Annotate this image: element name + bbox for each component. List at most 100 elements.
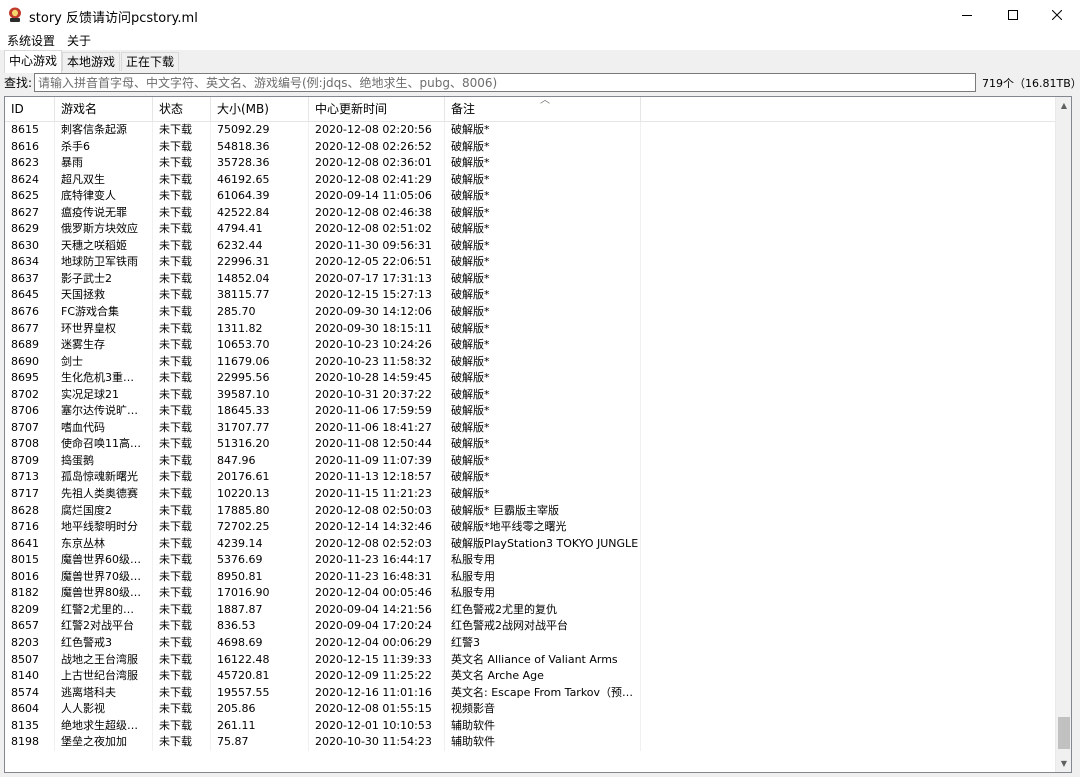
table-row[interactable]: 8627 瘟疫传说无罪 未下载 42522.84 2020-12-08 02:46:38…	[5, 204, 1055, 222]
table-row[interactable]: 8628 腐烂国度2 未下载 17885.80 2020-12-08 02:50:03 破…	[5, 502, 1055, 520]
search-label: 查找:	[4, 76, 33, 90]
table-row[interactable]: 8182 魔兽世界80级… 未下载 17016.90 2020-12-04 00:05:…	[5, 585, 1055, 602]
cell-size: 10220.13	[211, 486, 309, 503]
table-row[interactable]: 8623 暴雨 未下载 35728.36 2020-12-08 02:36:01 破解版*	[5, 155, 1055, 172]
cell-size: 38115.77	[211, 287, 309, 305]
column-header-name[interactable]: 游戏名	[55, 97, 153, 121]
table-row[interactable]: 8695 生化危机3重… 未下载 22995.56 2020-10-28 14:59:4…	[5, 370, 1055, 387]
scroll-down-arrow-icon[interactable]: ▼	[1056, 755, 1071, 772]
app-logo-icon	[9, 7, 21, 22]
table-row[interactable]: 8676 FC游戏合集 未下载 285.70 2020-09-30 14:12:06 破解…	[5, 304, 1055, 321]
cell-remark: 英文名: Escape From Tarkov（预…	[445, 684, 641, 702]
vertical-scrollbar[interactable]: ▲ ▼	[1055, 97, 1071, 772]
cell-status: 未下载	[153, 386, 211, 404]
table-row[interactable]: 8630 天穗之咲稻姬 未下载 6232.44 2020-11-30 09:56:31 破…	[5, 237, 1055, 255]
tab-center-games[interactable]: 中心游戏	[4, 50, 63, 73]
table-row[interactable]: 8634 地球防卫军铁雨 未下载 22996.31 2020-12-05 22:06:5…	[5, 254, 1055, 271]
table-row[interactable]: 8507 战地之王台湾服 未下载 16122.48 2020-12-15 11:39:3…	[5, 651, 1055, 669]
cell-update-time: 2020-12-08 02:26:52	[309, 138, 445, 156]
table-row[interactable]: 8616 杀手6 未下载 54818.36 2020-12-08 02:26:52 破解版…	[5, 138, 1055, 156]
column-header-size[interactable]: 大小(MB)	[211, 97, 309, 121]
cell-game-name: 俄罗斯方块效应	[55, 221, 153, 238]
cell-update-time: 2020-12-05 22:06:51	[309, 254, 445, 271]
cell-remark: 破解版*	[445, 419, 641, 437]
cell-size: 46192.65	[211, 171, 309, 189]
menu-about[interactable]: 关于	[67, 32, 91, 49]
cell-status: 未下载	[153, 701, 211, 718]
cell-game-name: 地球防卫军铁雨	[55, 254, 153, 271]
cell-game-name: 瘟疫传说无罪	[55, 204, 153, 222]
cell-update-time: 2020-12-08 02:52:03	[309, 535, 445, 553]
table-row[interactable]: 8707 嗜血代码 未下载 31707.77 2020-11-06 18:41:27 破解…	[5, 419, 1055, 437]
game-list[interactable]: ID 游戏名 状态 大小(MB) 中心更新时间 备注 ︿ 8615 刺客信条起源未…	[4, 96, 1072, 773]
cell-game-name: 塞尔达传说旷…	[55, 403, 153, 420]
table-row[interactable]: 8716 地平线黎明时分 未下载 72702.25 2020-12-14 14:32:4…	[5, 519, 1055, 536]
cell-id: 8707	[5, 419, 55, 437]
menu-bar: 系统设置 关于	[0, 30, 1080, 50]
cell-status: 未下载	[153, 651, 211, 669]
list-header: ID 游戏名 状态 大小(MB) 中心更新时间 备注 ︿	[5, 97, 1055, 122]
table-row[interactable]: 8203 红色警戒3 未下载 4698.69 2020-12-04 00:06:29 红警…	[5, 634, 1055, 652]
cell-update-time: 2020-12-08 02:36:01	[309, 155, 445, 172]
table-row[interactable]: 8713 孤岛惊魂新曙光 未下载 20176.61 2020-11-13 12:18:5…	[5, 469, 1055, 487]
table-row[interactable]: 8706 塞尔达传说旷… 未下载 18645.33 2020-11-06 17:59:5…	[5, 403, 1055, 420]
table-row[interactable]: 8624 超凡双生 未下载 46192.65 2020-12-08 02:41:29 破解…	[5, 171, 1055, 189]
scroll-up-arrow-icon[interactable]: ▲	[1056, 97, 1071, 114]
table-row[interactable]: 8677 环世界皇权 未下载 1311.82 2020-09-30 18:15:11 破解…	[5, 320, 1055, 338]
cell-size: 847.96	[211, 452, 309, 470]
table-row[interactable]: 8637 影子武士2 未下载 14852.04 2020-07-17 17:31:13 破…	[5, 270, 1055, 288]
column-header-update-time[interactable]: 中心更新时间	[309, 97, 445, 121]
table-row[interactable]: 8708 使命召唤11高… 未下载 51316.20 2020-11-08 12:50:…	[5, 436, 1055, 453]
table-row[interactable]: 8641 东京丛林 未下载 4239.14 2020-12-08 02:52:03 破解版…	[5, 535, 1055, 553]
cell-status: 未下载	[153, 138, 211, 156]
cell-game-name: 实况足球21	[55, 386, 153, 404]
table-row[interactable]: 8717 先祖人类奥德赛 未下载 10220.13 2020-11-15 11:21:2…	[5, 486, 1055, 503]
table-row[interactable]: 8689 迷雾生存 未下载 10653.70 2020-10-23 10:24:26 破解…	[5, 337, 1055, 354]
cell-update-time: 2020-11-30 09:56:31	[309, 237, 445, 255]
close-button[interactable]	[1034, 0, 1080, 30]
tab-downloading[interactable]: 正在下载	[121, 52, 180, 71]
cell-size: 19557.55	[211, 684, 309, 702]
column-header-status[interactable]: 状态	[153, 97, 211, 121]
table-row[interactable]: 8209 红警2尤里的… 未下载 1887.87 2020-09-04 14:21:56…	[5, 601, 1055, 619]
title-bar: story 反馈请访问pcstory.ml	[0, 0, 1080, 30]
table-row[interactable]: 8574 逃离塔科夫 未下载 19557.55 2020-12-16 11:01:16 英…	[5, 684, 1055, 702]
table-row[interactable]: 8657 红警2对战平台 未下载 836.53 2020-09-04 17:20:24 红…	[5, 618, 1055, 635]
table-row[interactable]: 8198 堡垒之夜加加 未下载 75.87 2020-10-30 11:54:23 辅助软…	[5, 734, 1055, 751]
maximize-button[interactable]	[990, 0, 1036, 30]
cell-remark: 破解版*	[445, 270, 641, 288]
column-header-id[interactable]: ID	[5, 97, 55, 121]
cell-game-name: 环世界皇权	[55, 320, 153, 338]
cell-id: 8015	[5, 552, 55, 569]
cell-update-time: 2020-11-23 16:48:31	[309, 568, 445, 586]
cell-game-name: 天国拯救	[55, 287, 153, 305]
minimize-button[interactable]	[944, 0, 990, 30]
cell-remark: 红色警戒2战网对战平台	[445, 618, 641, 635]
table-row[interactable]: 8625 底特律变人 未下载 61064.39 2020-09-14 11:05:06 破…	[5, 188, 1055, 205]
scrollbar-thumb[interactable]	[1058, 717, 1070, 749]
tab-local-games[interactable]: 本地游戏	[62, 52, 121, 71]
cell-update-time: 2020-09-04 14:21:56	[309, 601, 445, 619]
cell-remark: 破解版*	[445, 221, 641, 238]
cell-status: 未下载	[153, 171, 211, 189]
table-row[interactable]: 8135 绝地求生超级… 未下载 261.11 2020-12-01 10:10:53 辅…	[5, 717, 1055, 735]
table-row[interactable]: 8709 捣蛋鹅 未下载 847.96 2020-11-09 11:07:39 破解版*	[5, 452, 1055, 470]
search-input[interactable]	[34, 73, 976, 92]
cell-size: 35728.36	[211, 155, 309, 172]
table-row[interactable]: 8690 剑士 未下载 11679.06 2020-10-23 11:58:32 破解版*	[5, 353, 1055, 371]
cell-update-time: 2020-11-23 16:44:17	[309, 552, 445, 569]
table-row[interactable]: 8140 上古世纪台湾服 未下载 45720.81 2020-12-09 11:25:2…	[5, 668, 1055, 685]
cell-update-time: 2020-12-14 14:32:46	[309, 519, 445, 536]
table-row[interactable]: 8015 魔兽世界60级… 未下载 5376.69 2020-11-23 16:44:1…	[5, 552, 1055, 569]
table-row[interactable]: 8016 魔兽世界70级… 未下载 8950.81 2020-11-23 16:48:3…	[5, 568, 1055, 586]
table-row[interactable]: 8615 刺客信条起源 未下载 75092.29 2020-12-08 02:20:56…	[5, 122, 1055, 139]
menu-system-settings[interactable]: 系统设置	[7, 32, 55, 49]
maximize-icon	[1008, 10, 1018, 20]
table-row[interactable]: 8629 俄罗斯方块效应 未下载 4794.41 2020-12-08 02:51:02…	[5, 221, 1055, 238]
table-row[interactable]: 8645 天国拯救 未下载 38115.77 2020-12-15 15:27:13 破解…	[5, 287, 1055, 305]
cell-remark: 破解版*	[445, 287, 641, 305]
table-row[interactable]: 8604 人人影视 未下载 205.86 2020-12-08 01:55:15 视频影音	[5, 701, 1055, 718]
cell-size: 11679.06	[211, 353, 309, 371]
cell-update-time: 2020-09-30 14:12:06	[309, 304, 445, 321]
table-row[interactable]: 8702 实况足球21 未下载 39587.10 2020-10-31 20:37:22…	[5, 386, 1055, 404]
